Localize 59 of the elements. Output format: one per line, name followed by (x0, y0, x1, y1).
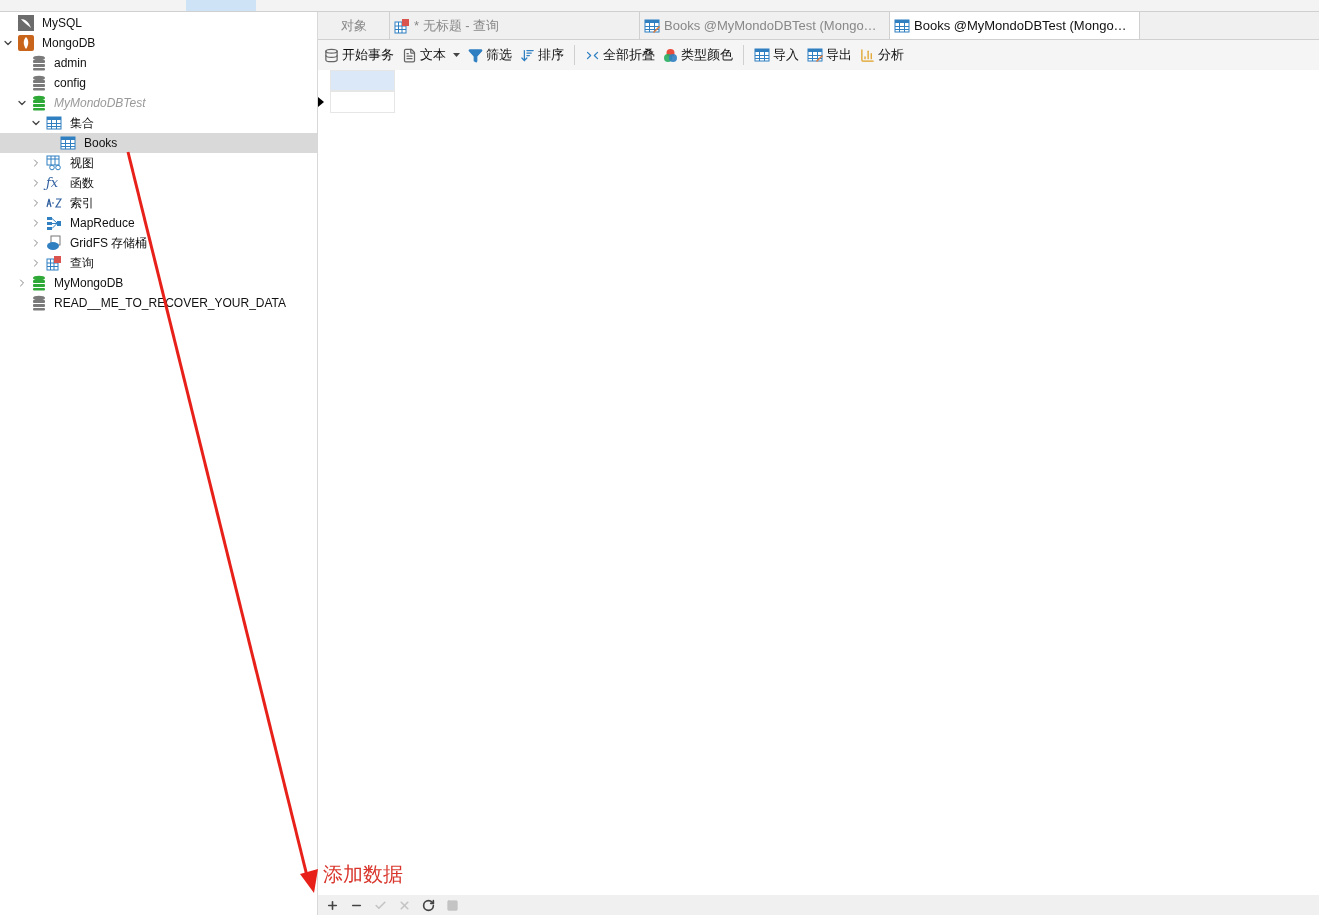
view-icon (46, 155, 62, 171)
branches-icon (46, 215, 62, 231)
table-edit-icon (644, 17, 660, 34)
refresh-icon (421, 898, 435, 912)
database-icon (324, 47, 339, 63)
plus-icon (325, 898, 339, 912)
sort-icon (520, 47, 535, 63)
bar-chart-icon (860, 47, 875, 63)
filter-icon (468, 47, 483, 63)
color-circles-icon (663, 47, 678, 63)
database-icon (32, 55, 46, 71)
toolbar-button[interactable]: 筛选 (466, 43, 514, 67)
tree-item[interactable]: 视图 (0, 153, 317, 173)
table-import-icon (754, 47, 770, 63)
toolbar-button[interactable]: 排序 (518, 43, 566, 67)
tree-item[interactable]: config (0, 73, 317, 93)
document-icon (402, 47, 417, 63)
grid-cell[interactable] (330, 91, 395, 113)
bucket-icon (46, 235, 62, 251)
tree-item[interactable]: 查询 (0, 253, 317, 273)
leaf-icon (18, 35, 34, 51)
tree-item[interactable]: Books (0, 133, 317, 153)
selected-tool-highlight (186, 0, 256, 11)
database-icon (32, 95, 46, 111)
stop-icon (445, 898, 459, 912)
toolbar-button[interactable]: 导入 (752, 43, 801, 67)
dolphin-icon (18, 15, 34, 31)
tree-item[interactable]: ƒx 函数 (0, 173, 317, 193)
tree-item[interactable]: MyMongoDB (0, 273, 317, 293)
toolbar-button[interactable]: 文本 (400, 43, 462, 67)
annotation-text: 添加数据 (323, 862, 403, 887)
toolbar-button[interactable]: 开始事务 (322, 43, 396, 67)
tree-item[interactable]: 索引 (0, 193, 317, 213)
tree-item[interactable]: admin (0, 53, 317, 73)
database-icon (32, 275, 46, 291)
index-icon (46, 198, 62, 208)
table-icon (60, 135, 76, 151)
toolbar-button[interactable]: 分析 (858, 43, 906, 67)
row-pointer-icon (318, 97, 324, 107)
database-icon (32, 295, 46, 311)
tree-item[interactable]: MongoDB (0, 33, 317, 53)
close-icon (397, 898, 411, 912)
table-export-icon (807, 47, 823, 63)
tab[interactable]: Books @MyMondoDBTest (Mongo… (890, 12, 1140, 39)
table-icon (46, 115, 62, 131)
toolbar-button[interactable]: 导出 (805, 43, 854, 67)
query-icon (394, 17, 410, 34)
database-icon (32, 75, 46, 91)
check-icon (373, 898, 387, 912)
query-icon (46, 255, 62, 271)
caret-icon (453, 53, 460, 57)
tree-item[interactable]: MySQL (0, 13, 317, 33)
column-header (330, 70, 395, 91)
tree-item[interactable]: 集合 (0, 113, 317, 133)
toolbar-button[interactable]: 类型颜色 (661, 43, 735, 67)
tree-item[interactable]: MapReduce (0, 213, 317, 233)
tree-item[interactable]: GridFS 存储桶 (0, 233, 317, 253)
table-icon (894, 17, 910, 34)
toolbar-button[interactable]: 全部折叠 (583, 43, 657, 67)
